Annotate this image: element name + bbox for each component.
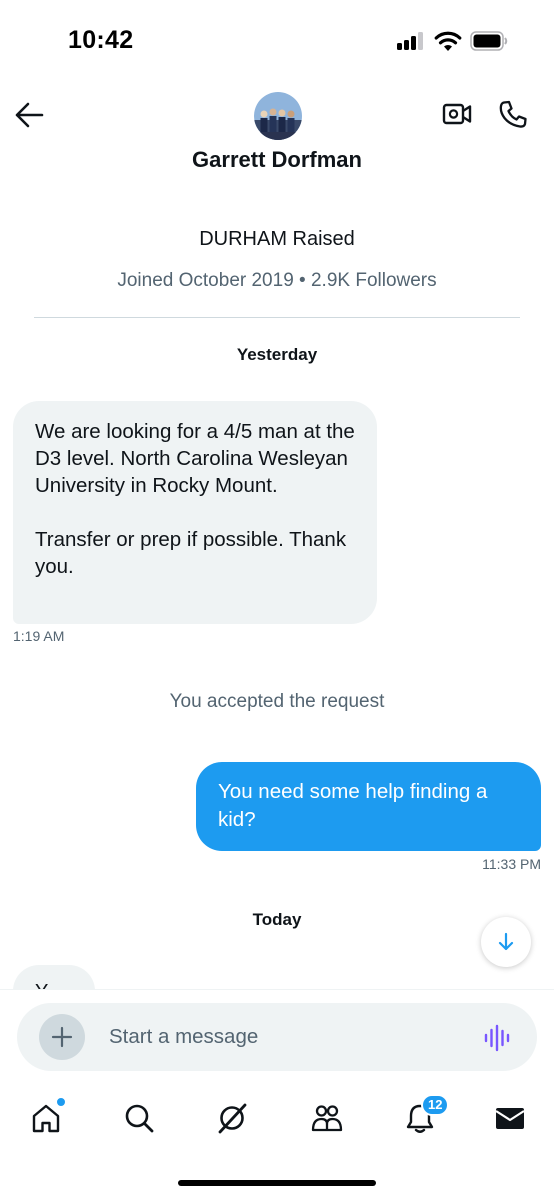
profile-bio: DURHAM Raised (199, 228, 355, 250)
grok-icon (218, 1103, 247, 1134)
conversation-header: Garrett Dorfman (0, 80, 554, 190)
message-timestamp: 11:33 PM (482, 856, 541, 872)
message-text: Transfer or prep if possible. Thank you. (35, 528, 347, 578)
day-separator-today: Today (252, 910, 302, 929)
request-accepted-note: You accepted the request (169, 691, 385, 712)
scroll-to-bottom-button[interactable] (481, 917, 531, 967)
home-icon (32, 1104, 60, 1133)
nav-communities[interactable] (303, 1094, 351, 1142)
bottom-navigation: 12 (0, 1080, 554, 1156)
messages-icon (495, 1108, 525, 1129)
composer-area (0, 989, 554, 1079)
nav-messages[interactable] (486, 1094, 534, 1142)
contact-name[interactable]: Garrett Dorfman (0, 147, 554, 173)
day-separator-yesterday: Yesterday (236, 345, 318, 364)
voice-message-button[interactable] (483, 1024, 513, 1052)
nav-grok[interactable] (208, 1094, 256, 1142)
wifi-icon (434, 31, 462, 51)
message-timestamp: 1:19 AM (13, 628, 65, 644)
divider (34, 317, 520, 318)
nav-home[interactable] (22, 1094, 70, 1142)
avatar[interactable] (254, 92, 302, 140)
nav-search[interactable] (115, 1094, 163, 1142)
video-call-button[interactable] (440, 98, 474, 130)
phone-call-button[interactable] (496, 98, 530, 130)
status-bar: 10:42 (0, 0, 554, 80)
battery-icon (470, 31, 508, 51)
message-text: We are looking for a 4/5 man at the D3 l… (35, 420, 355, 497)
notifications-badge: 12 (421, 1094, 450, 1116)
add-media-button[interactable] (39, 1014, 85, 1060)
message-input[interactable] (109, 1015, 469, 1059)
nav-notifications[interactable]: 12 (396, 1094, 450, 1142)
status-time: 10:42 (68, 26, 134, 54)
outgoing-message[interactable]: You need some help finding a kid? (196, 762, 541, 851)
incoming-message[interactable]: We are looking for a 4/5 man at the D3 l… (13, 401, 377, 624)
arrow-down-icon (498, 932, 514, 951)
home-indicator[interactable] (178, 1180, 376, 1186)
cellular-signal-icon (397, 32, 425, 50)
message-composer (17, 1003, 537, 1071)
communities-icon (311, 1105, 343, 1132)
plus-icon (51, 1026, 73, 1048)
search-icon (125, 1104, 154, 1133)
profile-meta: Joined October 2019 • 2.9K Followers (117, 270, 437, 291)
message-text: You need some help finding a kid? (218, 780, 488, 831)
home-unread-dot (56, 1097, 66, 1107)
back-button[interactable] (12, 100, 46, 130)
